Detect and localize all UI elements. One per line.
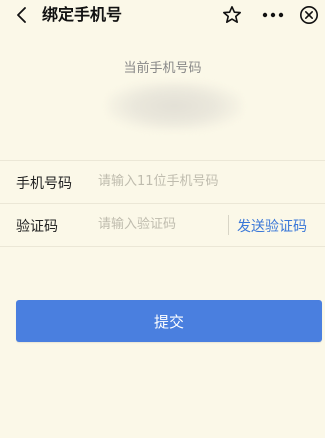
close-icon[interactable] [299, 5, 319, 25]
code-row: 验证码 发送验证码 [0, 204, 325, 246]
chevron-left-icon[interactable] [14, 7, 30, 23]
form-bottom-divider [0, 246, 325, 247]
send-code-button[interactable]: 发送验证码 [237, 216, 307, 236]
code-row-separator [228, 215, 229, 235]
code-input[interactable] [98, 212, 218, 236]
header-bar: 绑定手机号 [0, 0, 325, 30]
page-title: 绑定手机号 [42, 5, 123, 24]
phone-row: 手机号码 [0, 161, 325, 203]
star-icon[interactable] [222, 5, 242, 25]
more-icon[interactable] [261, 6, 285, 24]
current-phone-label: 当前手机号码 [123, 61, 202, 76]
phone-input[interactable] [98, 169, 248, 193]
bind-phone-page: 绑定手机号 当前手机号码 手机号码 请输入11位手机号码 验证码 请输入验证码 … [0, 0, 325, 438]
code-label: 验证码 [16, 219, 58, 235]
phone-label: 手机号码 [16, 176, 72, 192]
submit-button[interactable]: 提交 [16, 300, 322, 342]
current-phone-masked-value [107, 81, 242, 131]
